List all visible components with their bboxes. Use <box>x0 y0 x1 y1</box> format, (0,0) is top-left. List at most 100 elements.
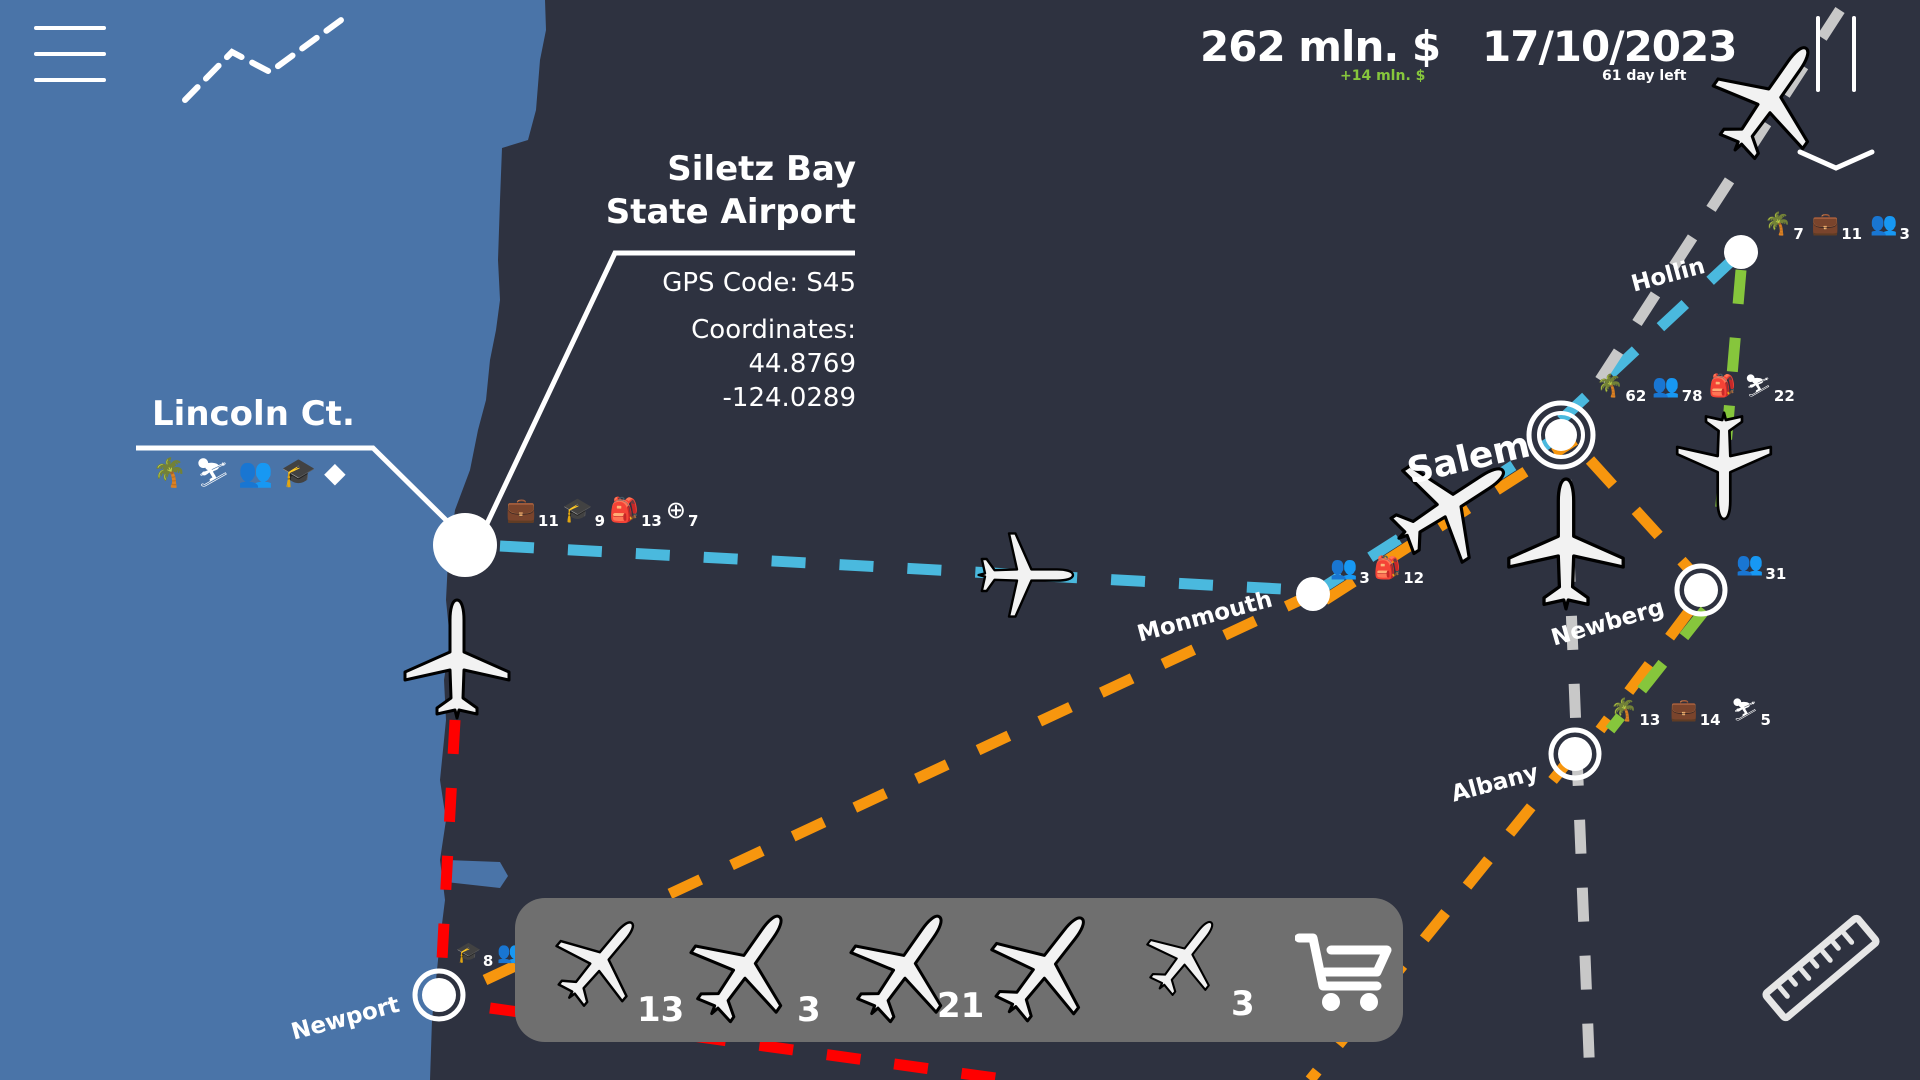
demand-value: 62 <box>1625 387 1647 405</box>
line-chart-icon <box>182 12 351 103</box>
ruler-button[interactable] <box>1756 908 1886 1028</box>
graduation-cap-icon: 🎓 <box>456 940 481 964</box>
city-label-lincoln[interactable]: Lincoln Ct. <box>152 394 355 434</box>
fleet-slot-widebody[interactable]: 3 <box>667 885 835 1045</box>
ruler-icon <box>1762 914 1880 1022</box>
demand-item: 🎓 8 <box>456 940 493 970</box>
demand-item: 💼 11 <box>506 496 559 530</box>
demand-item: 🌴 62 <box>1596 374 1646 405</box>
demand-item: 🎒 12 <box>1373 556 1424 587</box>
airport-albany[interactable] <box>1548 727 1602 781</box>
pause-icon <box>1816 16 1820 92</box>
demand-item: 🌴 13 <box>1610 698 1660 729</box>
albany-demand: 🌴 13 💼 14 ⛷ 5 <box>1610 698 1771 729</box>
money-delta: +14 mln. $ <box>1340 68 1426 84</box>
demand-value: 3 <box>1899 225 1910 243</box>
plane-enroute-lincoln-monmouth[interactable] <box>977 532 1075 618</box>
demand-item: 🌴 7 <box>1764 212 1804 243</box>
stats-button[interactable] <box>170 10 360 110</box>
chevron-down-icon <box>1797 149 1875 171</box>
airport-lincoln[interactable] <box>433 513 497 577</box>
newberg-demand: 👥 31 <box>1736 552 1786 583</box>
fleet-panel: 13 3 21 3 <box>515 885 1403 1046</box>
briefcase-icon: 💼 <box>1670 698 1698 723</box>
backpack-icon: 🎒 <box>609 496 639 524</box>
latitude: 44.8769 <box>748 349 856 379</box>
widebody-jet-icon <box>667 885 824 1045</box>
palm-tree-icon: 🌴 <box>1610 698 1638 723</box>
people-icon: 👥 <box>1330 556 1358 581</box>
hamburger-line <box>34 78 106 82</box>
demand-value: 7 <box>687 512 699 530</box>
palm-tree-icon: 🌴 <box>1596 374 1624 399</box>
demand-item: 🎒 <box>1709 374 1738 399</box>
salem-demand: 🌴 62 👥 78 🎒 ⛷ 22 <box>1596 374 1795 405</box>
demand-item: 👥 3 <box>1330 556 1370 587</box>
demand-value: 5 <box>1760 711 1771 729</box>
plane-enroute-hollin-salem[interactable] <box>1675 411 1773 521</box>
demand-item: 🎒 13 <box>609 496 662 530</box>
shop-button[interactable] <box>1295 928 1395 1018</box>
lincoln-demand: 💼 11 🎓 9 🎒 13 ⊕ 7 <box>506 496 699 530</box>
fleet-count: 13 <box>637 990 685 1030</box>
demand-item: 🎓 9 <box>563 496 605 530</box>
shopping-cart-icon <box>1295 933 1392 991</box>
people-icon: 👥 <box>1652 374 1680 399</box>
menu-button[interactable] <box>34 26 106 84</box>
speed-dropdown-button[interactable] <box>1796 144 1876 174</box>
longitude: -124.0289 <box>722 383 856 413</box>
fleet-slot-small-turboprop[interactable]: 3 <box>1129 898 1285 1036</box>
airport-hollin[interactable] <box>1724 235 1758 269</box>
lincoln-amenities: 🌴 ⛷ 👥 🎓 ◆ <box>152 456 346 489</box>
skiing-icon: ⛷ <box>1743 374 1772 399</box>
hamburger-line <box>34 52 106 56</box>
demand-value: 31 <box>1765 565 1787 583</box>
briefcase-icon: 💼 <box>506 496 536 524</box>
airport-name-line2: State Airport <box>605 192 856 232</box>
demand-value: 11 <box>1841 225 1863 243</box>
fleet-slot-narrowbody[interactable] <box>966 885 1135 1046</box>
demand-value: 13 <box>640 512 662 530</box>
route-blue-lincoln-monmouth[interactable] <box>499 540 1301 596</box>
demand-item: ⛷ 5 <box>1730 698 1771 729</box>
demand-value: 8 <box>482 952 494 970</box>
demand-item: ⊕ 7 <box>665 496 699 530</box>
palm-tree-icon: 🌴 <box>152 456 187 489</box>
airport-newport[interactable] <box>412 968 466 1022</box>
demand-item: 💼 14 <box>1670 698 1720 729</box>
current-date: 17/10/2023 <box>1482 22 1737 71</box>
airport-salem[interactable] <box>1526 400 1596 470</box>
small-turboprop-icon <box>1129 898 1242 1013</box>
monmouth-demand: 👥 3 🎒 12 <box>1330 556 1424 587</box>
pause-bar <box>1852 16 1856 92</box>
fleet-slot-turboprop[interactable]: 13 <box>535 894 695 1036</box>
hollin-demand: 🌴 7 💼 11 👥 3 <box>1764 212 1910 243</box>
diamond-icon: ◆ <box>324 456 346 489</box>
fleet-slot-regional-jet[interactable]: 21 <box>827 885 995 1045</box>
airport-newberg[interactable] <box>1674 563 1728 617</box>
medical-kit-icon: ⊕ <box>665 496 686 524</box>
route-red-lincoln-newport[interactable] <box>436 719 461 961</box>
days-left: 61 day left <box>1602 68 1687 84</box>
demand-value: 14 <box>1699 711 1721 729</box>
people-icon: 👥 <box>1736 552 1764 577</box>
backpack-icon: 🎒 <box>1373 556 1402 581</box>
pause-button[interactable] <box>1810 16 1860 94</box>
demand-item: ⛷ 22 <box>1743 374 1795 405</box>
airport-monmouth[interactable] <box>1296 577 1330 611</box>
demand-value: 22 <box>1773 387 1795 405</box>
narrowbody-jet-icon <box>966 885 1125 1046</box>
demand-value: 9 <box>594 512 606 530</box>
palm-tree-icon: 🌴 <box>1764 212 1792 237</box>
selected-airport-name: Siletz Bay State Airport <box>606 148 856 234</box>
fleet-count: 21 <box>937 986 985 1026</box>
plane-salem-parked[interactable] <box>1507 477 1625 611</box>
skiing-icon: ⛷ <box>1730 698 1759 723</box>
people-icon: 👥 <box>238 456 274 489</box>
hamburger-menu-icon <box>34 26 106 30</box>
demand-value: 13 <box>1639 711 1661 729</box>
people-icon: 👥 <box>1870 212 1898 237</box>
briefcase-icon: 💼 <box>1811 212 1840 237</box>
coordinates-label: Coordinates: <box>691 315 856 345</box>
graduation-cap-icon: 🎓 <box>281 456 317 489</box>
